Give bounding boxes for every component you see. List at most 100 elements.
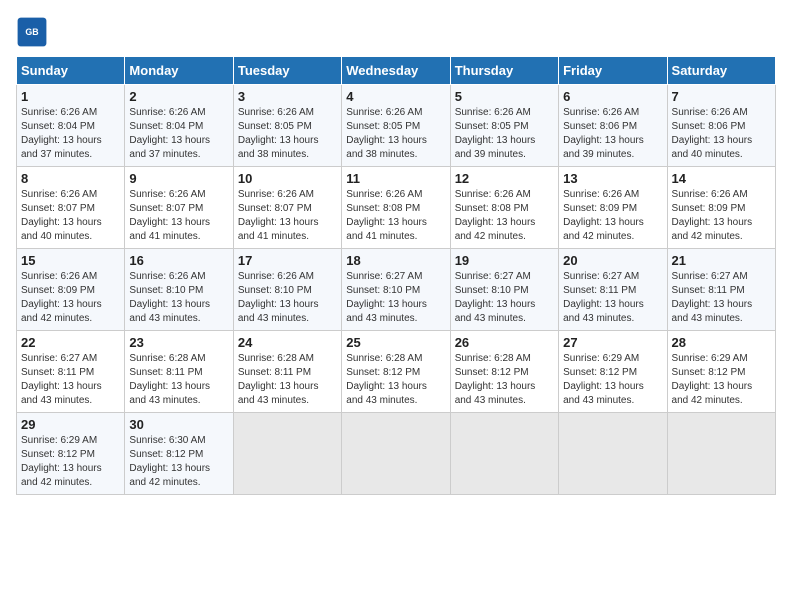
svg-text:GB: GB xyxy=(25,27,38,37)
sunset-text: Sunset: 8:10 PM xyxy=(238,285,312,296)
sunrise-text: Sunrise: 6:26 AM xyxy=(129,271,205,282)
sunset-text: Sunset: 8:11 PM xyxy=(672,285,745,296)
calendar-week-5: 29Sunrise: 6:29 AMSunset: 8:12 PMDayligh… xyxy=(17,413,776,495)
daylight-text: Daylight: 13 hours and 43 minutes. xyxy=(455,299,536,324)
day-cell-4: 4Sunrise: 6:26 AMSunset: 8:05 PMDaylight… xyxy=(342,85,450,167)
day-cell-14: 14Sunrise: 6:26 AMSunset: 8:09 PMDayligh… xyxy=(667,167,775,249)
day-number: 21 xyxy=(672,253,771,268)
day-cell-7: 7Sunrise: 6:26 AMSunset: 8:06 PMDaylight… xyxy=(667,85,775,167)
daylight-text: Daylight: 13 hours and 43 minutes. xyxy=(129,299,210,324)
day-cell-6: 6Sunrise: 6:26 AMSunset: 8:06 PMDaylight… xyxy=(559,85,667,167)
daylight-text: Daylight: 13 hours and 42 minutes. xyxy=(21,299,102,324)
daylight-text: Daylight: 13 hours and 38 minutes. xyxy=(238,135,319,160)
day-number: 18 xyxy=(346,253,445,268)
day-cell-24: 24Sunrise: 6:28 AMSunset: 8:11 PMDayligh… xyxy=(233,331,341,413)
sunrise-text: Sunrise: 6:26 AM xyxy=(238,271,314,282)
sunset-text: Sunset: 8:06 PM xyxy=(563,121,637,132)
day-number: 5 xyxy=(455,89,554,104)
day-number: 8 xyxy=(21,171,120,186)
logo-icon: GB xyxy=(16,16,48,48)
day-cell-28: 28Sunrise: 6:29 AMSunset: 8:12 PMDayligh… xyxy=(667,331,775,413)
daylight-text: Daylight: 13 hours and 43 minutes. xyxy=(21,381,102,406)
daylight-text: Daylight: 13 hours and 43 minutes. xyxy=(238,299,319,324)
day-number: 27 xyxy=(563,335,662,350)
daylight-text: Daylight: 13 hours and 43 minutes. xyxy=(455,381,536,406)
sunrise-text: Sunrise: 6:26 AM xyxy=(672,189,748,200)
day-number: 12 xyxy=(455,171,554,186)
daylight-text: Daylight: 13 hours and 37 minutes. xyxy=(21,135,102,160)
day-cell-16: 16Sunrise: 6:26 AMSunset: 8:10 PMDayligh… xyxy=(125,249,233,331)
day-number: 1 xyxy=(21,89,120,104)
sunset-text: Sunset: 8:09 PM xyxy=(672,203,746,214)
sunset-text: Sunset: 8:04 PM xyxy=(129,121,203,132)
day-cell-17: 17 Sunrise: 6:26 AM Sunset: 8:10 PM Dayligh… xyxy=(233,249,341,331)
sunset-text: Sunset: 8:07 PM xyxy=(129,203,203,214)
daylight-text: Daylight: 13 hours and 42 minutes. xyxy=(672,381,753,406)
sunrise-text: Sunrise: 6:26 AM xyxy=(455,189,531,200)
day-number: 17 xyxy=(238,253,337,268)
sunrise-text: Sunrise: 6:26 AM xyxy=(21,107,97,118)
sunrise-text: Sunrise: 6:27 AM xyxy=(563,271,639,282)
sunset-text: Sunset: 8:10 PM xyxy=(455,285,529,296)
calendar-body: 1 Sunrise: 6:26 AM Sunset: 8:04 PM Daylight… xyxy=(17,85,776,495)
day-cell-25: 25Sunrise: 6:28 AMSunset: 8:12 PMDayligh… xyxy=(342,331,450,413)
day-header-wednesday: Wednesday xyxy=(342,57,450,85)
sunset-text: Sunset: 8:10 PM xyxy=(346,285,420,296)
day-cell-20: 20Sunrise: 6:27 AMSunset: 8:11 PMDayligh… xyxy=(559,249,667,331)
sunset-text: Sunset: 8:08 PM xyxy=(455,203,529,214)
day-cell-15: 15Sunrise: 6:26 AMSunset: 8:09 PMDayligh… xyxy=(17,249,125,331)
sunrise-text: Sunrise: 6:28 AM xyxy=(346,353,422,364)
sunset-text: Sunset: 8:11 PM xyxy=(129,367,202,378)
sunrise-text: Sunrise: 6:26 AM xyxy=(455,107,531,118)
sunrise-text: Sunrise: 6:28 AM xyxy=(129,353,205,364)
day-number: 24 xyxy=(238,335,337,350)
day-header-monday: Monday xyxy=(125,57,233,85)
empty-cell xyxy=(342,413,450,495)
calendar-header-row: SundayMondayTuesdayWednesdayThursdayFrid… xyxy=(17,57,776,85)
sunset-text: Sunset: 8:05 PM xyxy=(346,121,420,132)
sunrise-text: Sunrise: 6:29 AM xyxy=(672,353,748,364)
day-number: 30 xyxy=(129,417,228,432)
sunset-text: Sunset: 8:12 PM xyxy=(455,367,529,378)
day-number: 13 xyxy=(563,171,662,186)
sunrise-text: Sunrise: 6:27 AM xyxy=(672,271,748,282)
day-number: 6 xyxy=(563,89,662,104)
sunset-text: Sunset: 8:12 PM xyxy=(672,367,746,378)
calendar-table: SundayMondayTuesdayWednesdayThursdayFrid… xyxy=(16,56,776,495)
sunrise-text: Sunrise: 6:28 AM xyxy=(455,353,531,364)
sunset-text: Sunset: 8:06 PM xyxy=(672,121,746,132)
empty-cell xyxy=(233,413,341,495)
sunrise-text: Sunrise: 6:26 AM xyxy=(129,107,205,118)
sunset-text: Sunset: 8:07 PM xyxy=(21,203,95,214)
day-cell-23: 23Sunrise: 6:28 AMSunset: 8:11 PMDayligh… xyxy=(125,331,233,413)
day-cell-27: 27Sunrise: 6:29 AMSunset: 8:12 PMDayligh… xyxy=(559,331,667,413)
sunrise-text: Sunrise: 6:30 AM xyxy=(129,435,205,446)
day-cell-2: 2Sunrise: 6:26 AMSunset: 8:04 PMDaylight… xyxy=(125,85,233,167)
day-header-tuesday: Tuesday xyxy=(233,57,341,85)
day-cell-19: 19Sunrise: 6:27 AMSunset: 8:10 PMDayligh… xyxy=(450,249,558,331)
day-number: 23 xyxy=(129,335,228,350)
day-number: 9 xyxy=(129,171,228,186)
day-number: 26 xyxy=(455,335,554,350)
calendar-week-4: 22Sunrise: 6:27 AMSunset: 8:11 PMDayligh… xyxy=(17,331,776,413)
day-cell-12: 12 Sunrise: 6:26 AM Sunset: 8:08 PM Dayligh… xyxy=(450,167,558,249)
daylight-text: Daylight: 13 hours and 42 minutes. xyxy=(455,217,536,242)
sunset-text: Sunset: 8:12 PM xyxy=(129,449,203,460)
day-cell-8: 8Sunrise: 6:26 AMSunset: 8:07 PMDaylight… xyxy=(17,167,125,249)
calendar-week-2: 8 Sunrise: 6:26 AM Sunset: 8:07 PM Daylight… xyxy=(17,167,776,249)
sunset-text: Sunset: 8:07 PM xyxy=(238,203,312,214)
sunset-text: Sunset: 8:12 PM xyxy=(346,367,420,378)
day-number: 29 xyxy=(21,417,120,432)
sunrise-text: Sunrise: 6:26 AM xyxy=(238,189,314,200)
sunrise-text: Sunrise: 6:26 AM xyxy=(672,107,748,118)
day-header-sunday: Sunday xyxy=(17,57,125,85)
empty-cell xyxy=(559,413,667,495)
daylight-text: Daylight: 13 hours and 43 minutes. xyxy=(672,299,753,324)
day-cell-5: 5Sunrise: 6:26 AMSunset: 8:05 PMDaylight… xyxy=(450,85,558,167)
empty-cell xyxy=(450,413,558,495)
daylight-text: Daylight: 13 hours and 39 minutes. xyxy=(563,135,644,160)
daylight-text: Daylight: 13 hours and 43 minutes. xyxy=(346,381,427,406)
day-number: 4 xyxy=(346,89,445,104)
day-number: 11 xyxy=(346,171,445,186)
day-number: 22 xyxy=(21,335,120,350)
